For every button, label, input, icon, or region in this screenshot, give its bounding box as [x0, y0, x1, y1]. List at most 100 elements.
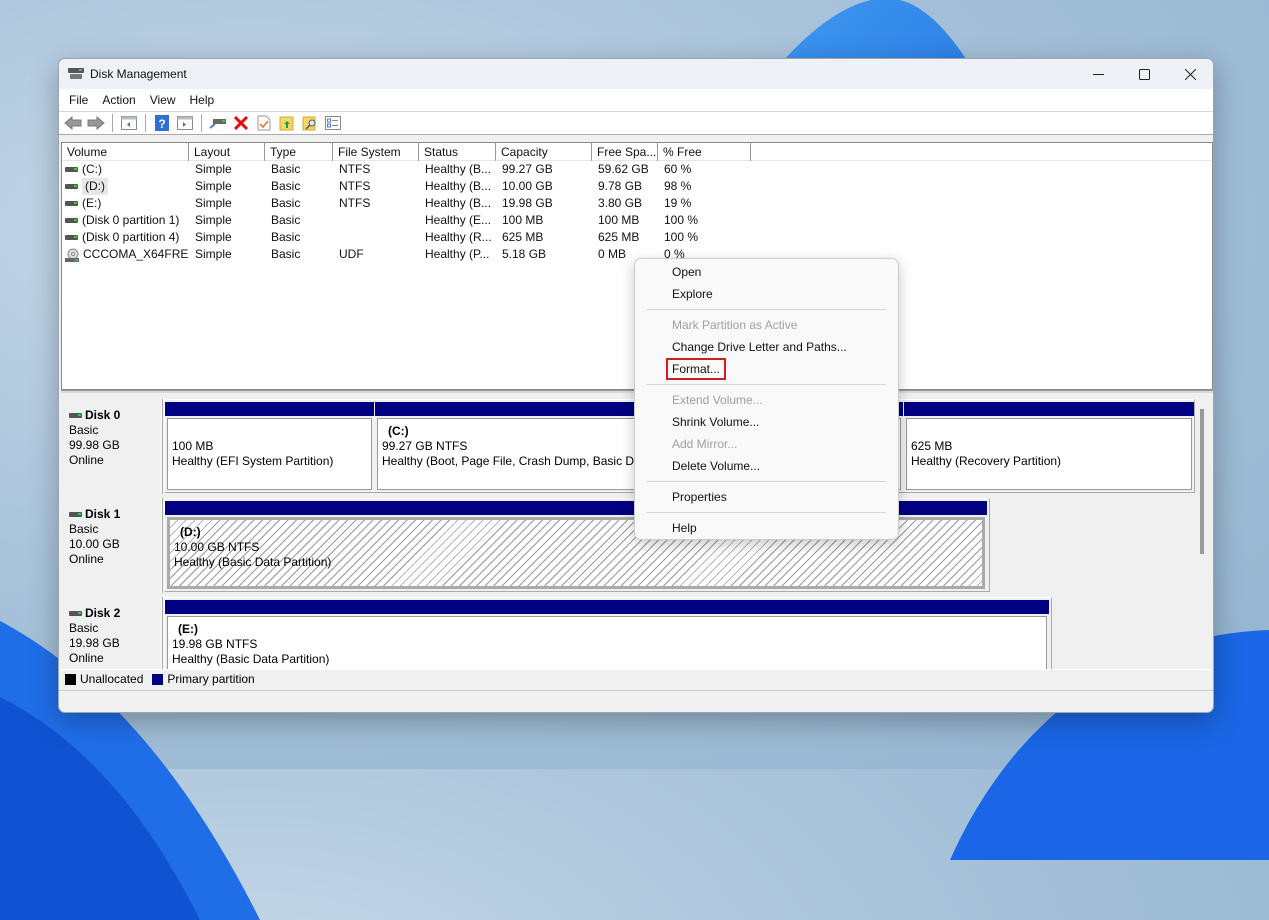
column-header-file-system[interactable]: File System: [333, 143, 419, 161]
context-menu: Open Explore Mark Partition as Active Chang…: [634, 258, 899, 540]
show-hide-console-tree-button[interactable]: [119, 113, 139, 133]
column-header-type[interactable]: Type: [265, 143, 333, 161]
volume-name: (Disk 0 partition 1): [82, 213, 180, 227]
cell-file-system: NTFS: [339, 196, 371, 210]
menu-file[interactable]: File: [62, 89, 95, 111]
disk-row: Disk 2 Basic 19.98 GB Online (E:) 19.98 …: [61, 593, 1201, 669]
cell-free-space: 59.62 GB: [598, 162, 649, 176]
back-button[interactable]: [63, 113, 83, 133]
disk-pane-scrollbar[interactable]: [1200, 409, 1204, 554]
search-folder-button[interactable]: [300, 113, 320, 133]
cell-volume: (C:): [62, 161, 189, 178]
menu-item-change-drive-letter-and-paths[interactable]: Change Drive Letter and Paths...: [635, 336, 898, 358]
menu-item-label: Add Mirror...: [672, 437, 738, 451]
close-icon: [1184, 68, 1196, 80]
maximize-button[interactable]: [1121, 59, 1167, 89]
menu-help[interactable]: Help: [183, 89, 222, 111]
disk-size: 19.98 GB: [69, 636, 120, 650]
volume-row[interactable]: (E:) Simple Basic NTFS Healthy (B... 19.98 GB…: [62, 195, 1212, 212]
cell-capacity: 625 MB: [502, 230, 544, 244]
column-header-capacity[interactable]: Capacity: [496, 143, 592, 161]
menu-item-shrink-volume[interactable]: Shrink Volume...: [635, 411, 898, 433]
disk-info[interactable]: Disk 0 Basic 99.98 GB Online: [61, 399, 162, 494]
column-header-free-space[interactable]: Free Spa...: [592, 143, 658, 161]
menu-item-explore[interactable]: Explore: [635, 283, 898, 305]
drive-icon: [65, 167, 78, 172]
menu-item-properties[interactable]: Properties: [635, 486, 898, 508]
column-header-volume[interactable]: Volume: [62, 143, 189, 161]
drive-connect-icon: [209, 119, 226, 129]
menu-separator: [647, 309, 886, 310]
status-bar: [59, 690, 1213, 712]
title-bar[interactable]: Disk Management: [59, 59, 1213, 89]
toolbar: ?: [59, 111, 1213, 135]
menu-item-extend-volume: Extend Volume...: [635, 389, 898, 411]
menu-separator: [647, 384, 886, 385]
properties-button[interactable]: [254, 113, 274, 133]
menu-item-delete-volume[interactable]: Delete Volume...: [635, 455, 898, 477]
menu-item-label: Extend Volume...: [672, 393, 763, 407]
settings-list-button[interactable]: [323, 113, 343, 133]
disk-icon: [69, 413, 82, 418]
window-title: Disk Management: [90, 67, 187, 81]
forward-button[interactable]: [86, 113, 106, 133]
volume-row[interactable]: (C:) Simple Basic NTFS Healthy (B... 99.27 GB…: [62, 161, 1212, 178]
menu-view[interactable]: View: [143, 89, 183, 111]
menu-action[interactable]: Action: [95, 89, 142, 111]
partition[interactable]: 625 MB Healthy (Recovery Partition): [904, 402, 1194, 490]
partition-status: Healthy (EFI System Partition): [172, 454, 334, 468]
partition[interactable]: 100 MB Healthy (EFI System Partition): [165, 402, 374, 490]
menu-item-label: Delete Volume...: [672, 459, 761, 473]
column-header-filler: [751, 143, 1212, 161]
cell-free-space: 100 MB: [598, 213, 640, 227]
menu-separator: [647, 481, 886, 482]
close-button[interactable]: [1167, 59, 1213, 89]
drive-icon: [65, 184, 78, 189]
legend-swatch-unallocated: [65, 673, 76, 685]
menu-item-help[interactable]: Help: [635, 517, 898, 539]
minimize-button[interactable]: [1075, 59, 1121, 89]
menu-item-open[interactable]: Open: [635, 261, 898, 283]
help-button[interactable]: ?: [152, 113, 172, 133]
menu-item-format[interactable]: Format...: [635, 358, 898, 380]
volume-row[interactable]: (Disk 0 partition 1) Simple Basic Healthy (…: [62, 212, 1212, 229]
cell-type: Basic: [271, 247, 301, 261]
volume-row[interactable]: (Disk 0 partition 4) Simple Basic Healthy (…: [62, 229, 1212, 246]
disk-type: Basic: [69, 423, 99, 437]
column-header-percent-free[interactable]: % Free: [658, 143, 751, 161]
delete-button[interactable]: [231, 113, 251, 133]
action-pane-icon: [177, 116, 193, 130]
column-header-status[interactable]: Status: [419, 143, 496, 161]
connect-drive-button[interactable]: [208, 113, 228, 133]
drive-icon: [65, 201, 78, 206]
optical-drive-icon: [65, 248, 79, 262]
volume-list-header: Volume Layout Type File System Status Ca…: [62, 143, 1212, 161]
volume-name: (D:): [82, 178, 108, 195]
drive-icon: [65, 218, 78, 223]
open-folder-up-button[interactable]: [277, 113, 297, 133]
forward-arrow-icon: [87, 116, 105, 130]
disk-row: Disk 0 Basic 99.98 GB Online 100 MB Heal…: [61, 395, 1201, 494]
disk-management-app-icon: [68, 68, 84, 80]
disk-row: Disk 1 Basic 10.00 GB Online (D:) 10.00 …: [61, 494, 1201, 593]
disk-size: 99.98 GB: [69, 438, 120, 452]
help-icon: ?: [155, 115, 169, 131]
cell-volume: (Disk 0 partition 1): [62, 212, 189, 229]
menu-item-label: Properties: [672, 490, 727, 504]
cell-percent-free: 100 %: [664, 213, 699, 227]
disk-info[interactable]: Disk 1 Basic 10.00 GB Online: [61, 498, 162, 593]
cell-status: Healthy (R...: [425, 230, 492, 244]
cell-capacity: 99.27 GB: [502, 162, 553, 176]
disk-info[interactable]: Disk 2 Basic 19.98 GB Online: [61, 597, 162, 669]
menu-item-label: Shrink Volume...: [672, 415, 760, 429]
cell-layout: Simple: [195, 179, 232, 193]
cell-file-system: NTFS: [339, 179, 371, 193]
partition[interactable]: (E:) 19.98 GB NTFS Healthy (Basic Data P…: [165, 600, 1049, 669]
cell-capacity: 19.98 GB: [502, 196, 553, 210]
volume-row[interactable]: (D:) Simple Basic NTFS Healthy (B... 10.00 GB…: [62, 178, 1212, 195]
menu-separator: [647, 512, 886, 513]
column-header-layout[interactable]: Layout: [189, 143, 265, 161]
show-hide-action-pane-button[interactable]: [175, 113, 195, 133]
partition-size: 625 MB: [911, 439, 953, 453]
partition-status: Healthy (Basic Data Partition): [172, 652, 330, 666]
